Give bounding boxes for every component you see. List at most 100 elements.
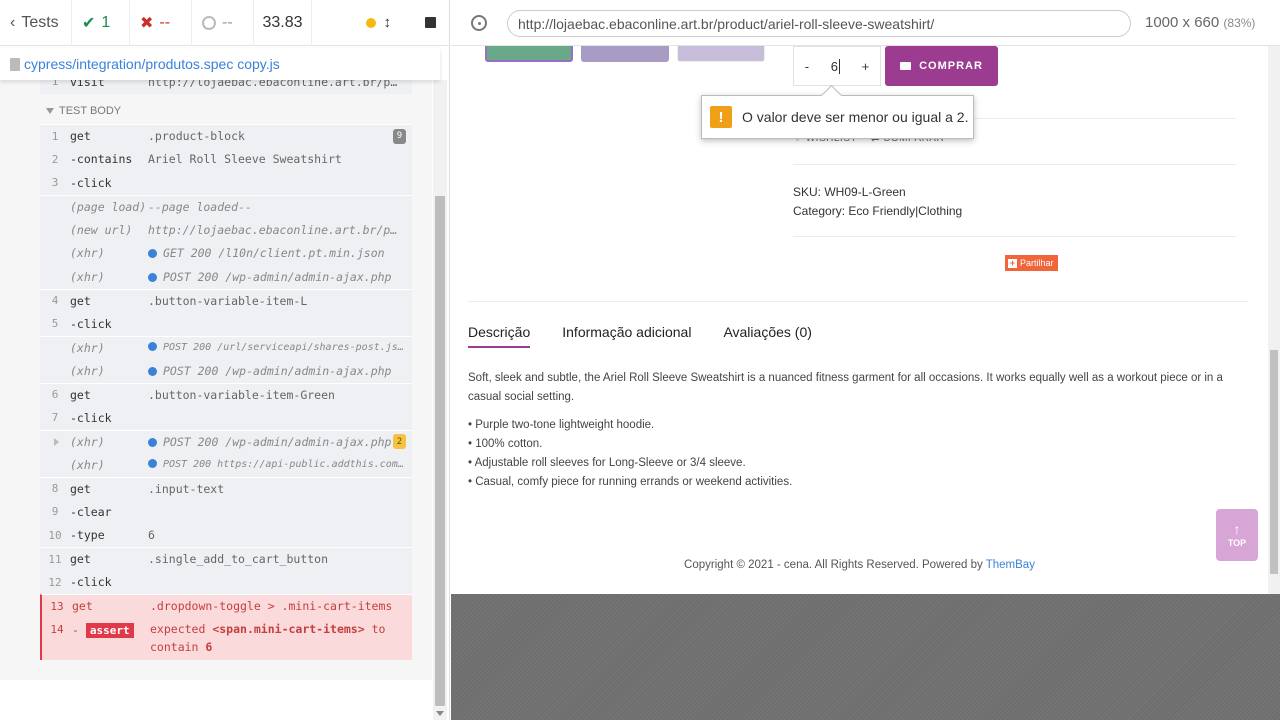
command-number: 5 (51, 317, 59, 331)
sku-label: SKU: (793, 185, 822, 199)
test-body-header[interactable]: TEST BODY (46, 105, 121, 117)
command-row[interactable]: 11 get .single_add_to_cart_button (40, 547, 412, 571)
command-message-text: .product-block (148, 129, 245, 144)
check-icon: ✔ (82, 14, 96, 32)
command-row[interactable]: 3 -click (40, 171, 412, 195)
command-row-visit[interactable]: 1 visit http://lojaebac.ebaconline.art.b… (40, 80, 412, 94)
product-thumbnail[interactable] (581, 46, 669, 62)
command-message-text: POST 200 /wp-admin/admin-ajax.php (163, 363, 392, 378)
command-message: .dropdown-toggle > .mini-cart-items (150, 599, 412, 613)
command-row[interactable]: 4 get .button-variable-item-L (40, 288, 412, 312)
tests-back-button[interactable]: ‹ Tests (0, 0, 72, 46)
command-message: Ariel Roll Sleeve Sweatshirt (148, 152, 412, 166)
duration: 33.83 (254, 0, 312, 46)
command-name: (page load) (70, 199, 147, 214)
qty-minus-button[interactable]: - (805, 59, 809, 74)
tab-reviews[interactable]: Avaliações (0) (723, 324, 811, 348)
tab-description[interactable]: Descrição (468, 324, 531, 348)
command-message: --page loaded-- (148, 200, 412, 214)
back-to-top-button[interactable]: ↑ TOP (1216, 509, 1258, 561)
event-row[interactable]: (page load) --page loaded-- (40, 194, 412, 218)
product-thumbnail[interactable] (677, 46, 765, 62)
command-row[interactable]: 6 get .button-variable-item-Green (40, 382, 412, 406)
event-row[interactable]: (xhr) POST 200 /url/serviceapi/shares-pos… (40, 335, 412, 359)
selector-playground-crosshair-icon[interactable] (471, 15, 487, 31)
reporter-scrollbar-thumb[interactable] (435, 196, 445, 706)
command-number: 1 (51, 129, 59, 143)
spec-path[interactable]: cypress/integration/produtos.spec copy.j… (24, 56, 280, 72)
command-row-assert[interactable]: 14 - assert expected <span.mini-cart-ite… (40, 618, 412, 660)
share-button[interactable]: + Partilhar (1005, 255, 1058, 271)
event-row[interactable]: (xhr) GET 200 /l10n/client.pt.min.json (40, 241, 412, 265)
command-row[interactable]: 2 -contains Ariel Roll Sleeve Sweatshirt (40, 147, 412, 171)
auto-scroll-icon[interactable]: ↕ (384, 14, 392, 31)
footer-brand-link[interactable]: ThemBay (986, 559, 1035, 571)
auto-scroll-dot-icon[interactable] (365, 17, 376, 28)
xhr-status-dot-icon (148, 249, 157, 259)
aut-scrollbar-thumb[interactable] (1270, 350, 1278, 574)
plus-icon: + (1008, 257, 1017, 268)
category-link[interactable]: Eco Friendly|Clothing (848, 204, 962, 218)
qty-input[interactable]: 6 (831, 58, 840, 74)
tab-additional-info[interactable]: Informação adicional (562, 324, 691, 348)
command-name: get (70, 552, 91, 567)
command-row[interactable]: 8 get .input-text (40, 476, 412, 500)
validation-tooltip: ! O valor deve ser menor ou igual a 2. (701, 95, 974, 139)
cart-icon (900, 62, 912, 70)
qty-plus-button[interactable]: + (862, 59, 870, 74)
assert-word-to: to (371, 622, 386, 636)
event-row[interactable]: (xhr) POST 200 /wp-admin/admin-ajax.php (40, 265, 412, 289)
command-row[interactable]: 7 -click (40, 406, 412, 430)
command-message-text: http://lojaebac.ebaconline.art.br/pro… (148, 222, 412, 237)
command-row[interactable]: 1 get .product-block 9 (40, 124, 412, 148)
test-body-label: TEST BODY (59, 105, 122, 117)
command-number: 1 (51, 80, 59, 89)
event-row[interactable]: (xhr) POST 200 /wp-admin/admin-ajax.php (40, 359, 412, 383)
command-name: -clear (70, 504, 112, 519)
caret-right-icon[interactable] (54, 437, 59, 446)
scroll-down-arrow-icon[interactable] (436, 711, 444, 716)
viewport-info[interactable]: 1000 x 660 (83%) (1145, 14, 1255, 31)
command-row[interactable]: 5 -click (40, 312, 412, 336)
product-thumbnail[interactable] (485, 46, 573, 62)
command-name: (xhr) (70, 434, 105, 449)
command-row[interactable]: 13 get .dropdown-toggle > .mini-cart-items (40, 594, 412, 618)
warning-icon: ! (710, 106, 732, 128)
command-message: POST 200 /wp-admin/admin-ajax.php (148, 270, 412, 284)
add-to-cart-button[interactable]: COMPRAR (885, 46, 998, 86)
command-row[interactable]: 12 -click (40, 570, 412, 594)
xhr-status-dot-icon (148, 342, 157, 352)
command-message-text: POST 200 /wp-admin/admin-ajax.php (163, 269, 392, 284)
divider (468, 301, 1248, 302)
product-description: Soft, sleek and subtle, the Ariel Roll S… (468, 372, 1223, 403)
xhr-status-dot-icon (148, 366, 157, 376)
command-name: get (72, 599, 93, 614)
add-to-cart-label: COMPRAR (919, 60, 983, 72)
command-message-text: .button-variable-item-Green (148, 387, 335, 402)
reporter-scrollbar[interactable] (433, 80, 447, 720)
command-row[interactable]: 9 -clear (40, 500, 412, 524)
viewport-zoom: (83%) (1223, 16, 1256, 30)
spec-file-bar[interactable]: cypress/integration/produtos.spec copy.j… (0, 48, 440, 80)
command-name: -click (70, 410, 112, 425)
assert-word-expected: expected (150, 622, 206, 636)
command-log: 1 visit http://lojaebac.ebaconline.art.b… (0, 80, 432, 680)
command-message: 6 (148, 528, 412, 542)
event-row[interactable]: (xhr) POST 200 /wp-admin/admin-ajax.php 2 (40, 429, 412, 453)
command-row[interactable]: 10 -type 6 (40, 523, 412, 547)
aut-url-field[interactable]: http://lojaebac.ebaconline.art.br/produc… (507, 10, 1131, 37)
command-name: -click (70, 575, 112, 590)
aut-header: http://lojaebac.ebaconline.art.br/produc… (451, 0, 1280, 46)
validation-message: O valor deve ser menor ou igual a 2. (742, 109, 969, 125)
event-row[interactable]: (xhr) POST 200 https://api-public.addthis… (40, 453, 412, 477)
assert-message: expected <span.mini-cart-items> to conta… (150, 620, 412, 656)
reporter-header: ‹ Tests ✔ 1 ✖ -- -- 33.83 ↕ (0, 0, 450, 46)
feature-item: Casual, comfy piece for running errands … (468, 473, 792, 492)
event-row[interactable]: (new url) http://lojaebac.ebaconline.art.… (40, 218, 412, 242)
viewport-size: 1000 x 660 (1145, 14, 1220, 31)
sku-line: SKU: WH09-L-Green (793, 185, 906, 199)
assert-word-contain: contain (150, 640, 199, 654)
stop-icon[interactable] (425, 17, 436, 28)
category-line: Category: Eco Friendly|Clothing (793, 204, 962, 218)
aut-scrollbar[interactable] (1268, 46, 1280, 594)
